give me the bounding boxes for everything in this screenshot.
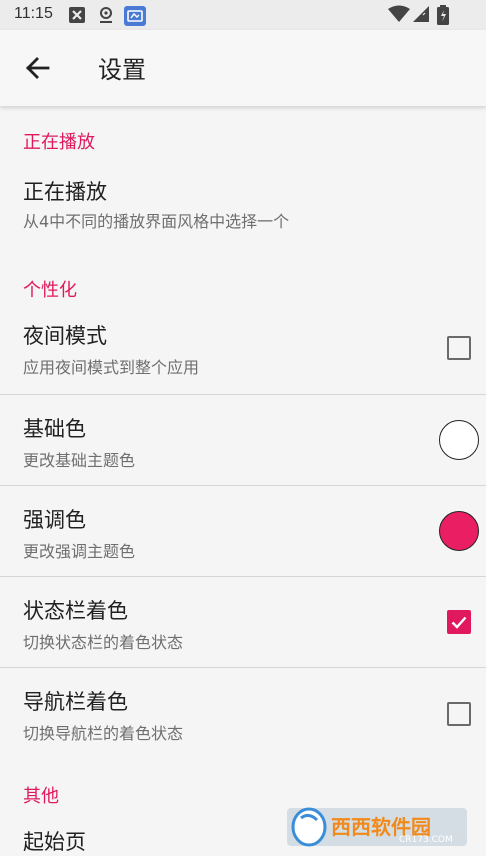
primary-color-swatch[interactable] xyxy=(439,420,479,460)
battery-icon xyxy=(437,5,449,25)
pref-accent-color[interactable]: 强调色 更改强调主题色 xyxy=(0,486,486,577)
pref-summary: 从4中不同的播放界面风格中选择一个 xyxy=(23,212,290,231)
pref-night-mode[interactable]: 夜间模式 应用夜间模式到整个应用 xyxy=(0,304,486,394)
app-notification-icon xyxy=(124,6,146,26)
pref-summary: 更改基础主题色 xyxy=(23,451,136,470)
location-icon xyxy=(100,7,112,23)
pref-title: 导航栏着色 xyxy=(23,690,128,714)
accent-color-swatch[interactable] xyxy=(439,511,479,551)
night-mode-checkbox[interactable] xyxy=(447,336,471,360)
toolbar: 设置 xyxy=(0,30,486,106)
notification-close-icon xyxy=(69,7,85,23)
wifi-icon xyxy=(388,5,410,22)
pref-summary: 应用夜间模式到整个应用 xyxy=(23,358,200,377)
section-header-now-playing: 正在播放 xyxy=(23,132,95,153)
pref-summary: 切换导航栏的着色状态 xyxy=(23,724,184,743)
status-time: 11:15 xyxy=(14,5,53,22)
section-header-other: 其他 xyxy=(23,786,59,807)
pref-title: 夜间模式 xyxy=(23,324,107,348)
pref-title: 强调色 xyxy=(23,508,86,532)
section-header-personalize: 个性化 xyxy=(23,280,77,301)
svg-text:CR173.COM: CR173.COM xyxy=(399,835,453,845)
checkmark-icon xyxy=(451,616,467,629)
nav-bar-tint-checkbox[interactable] xyxy=(447,702,471,726)
status-bar-tint-checkbox[interactable] xyxy=(447,610,471,634)
pref-summary: 更改强调主题色 xyxy=(23,542,136,561)
page-title: 设置 xyxy=(98,56,146,84)
pref-primary-color[interactable]: 基础色 更改基础主题色 xyxy=(0,395,486,485)
pref-status-bar-tint[interactable]: 状态栏着色 切换状态栏的着色状态 xyxy=(0,577,486,668)
pref-title: 状态栏着色 xyxy=(23,599,128,623)
pref-now-playing[interactable]: 正在播放 从4中不同的播放界面风格中选择一个 xyxy=(0,164,486,248)
site-watermark-logo: 西西软件园 CR173.COM xyxy=(287,807,467,847)
status-bar: 11:15 xyxy=(0,0,486,30)
settings-list[interactable]: 正在播放 正在播放 从4中不同的播放界面风格中选择一个 个性化 夜间模式 应用夜… xyxy=(0,106,486,856)
pref-title: 基础色 xyxy=(23,417,86,441)
back-arrow-icon[interactable] xyxy=(18,48,58,88)
pref-nav-bar-tint[interactable]: 导航栏着色 切换导航栏的着色状态 xyxy=(0,668,486,758)
pref-summary: 切换状态栏的着色状态 xyxy=(23,633,184,652)
signal-icon xyxy=(413,6,429,22)
pref-title: 起始页 xyxy=(23,830,86,854)
pref-title: 正在播放 xyxy=(23,180,107,204)
